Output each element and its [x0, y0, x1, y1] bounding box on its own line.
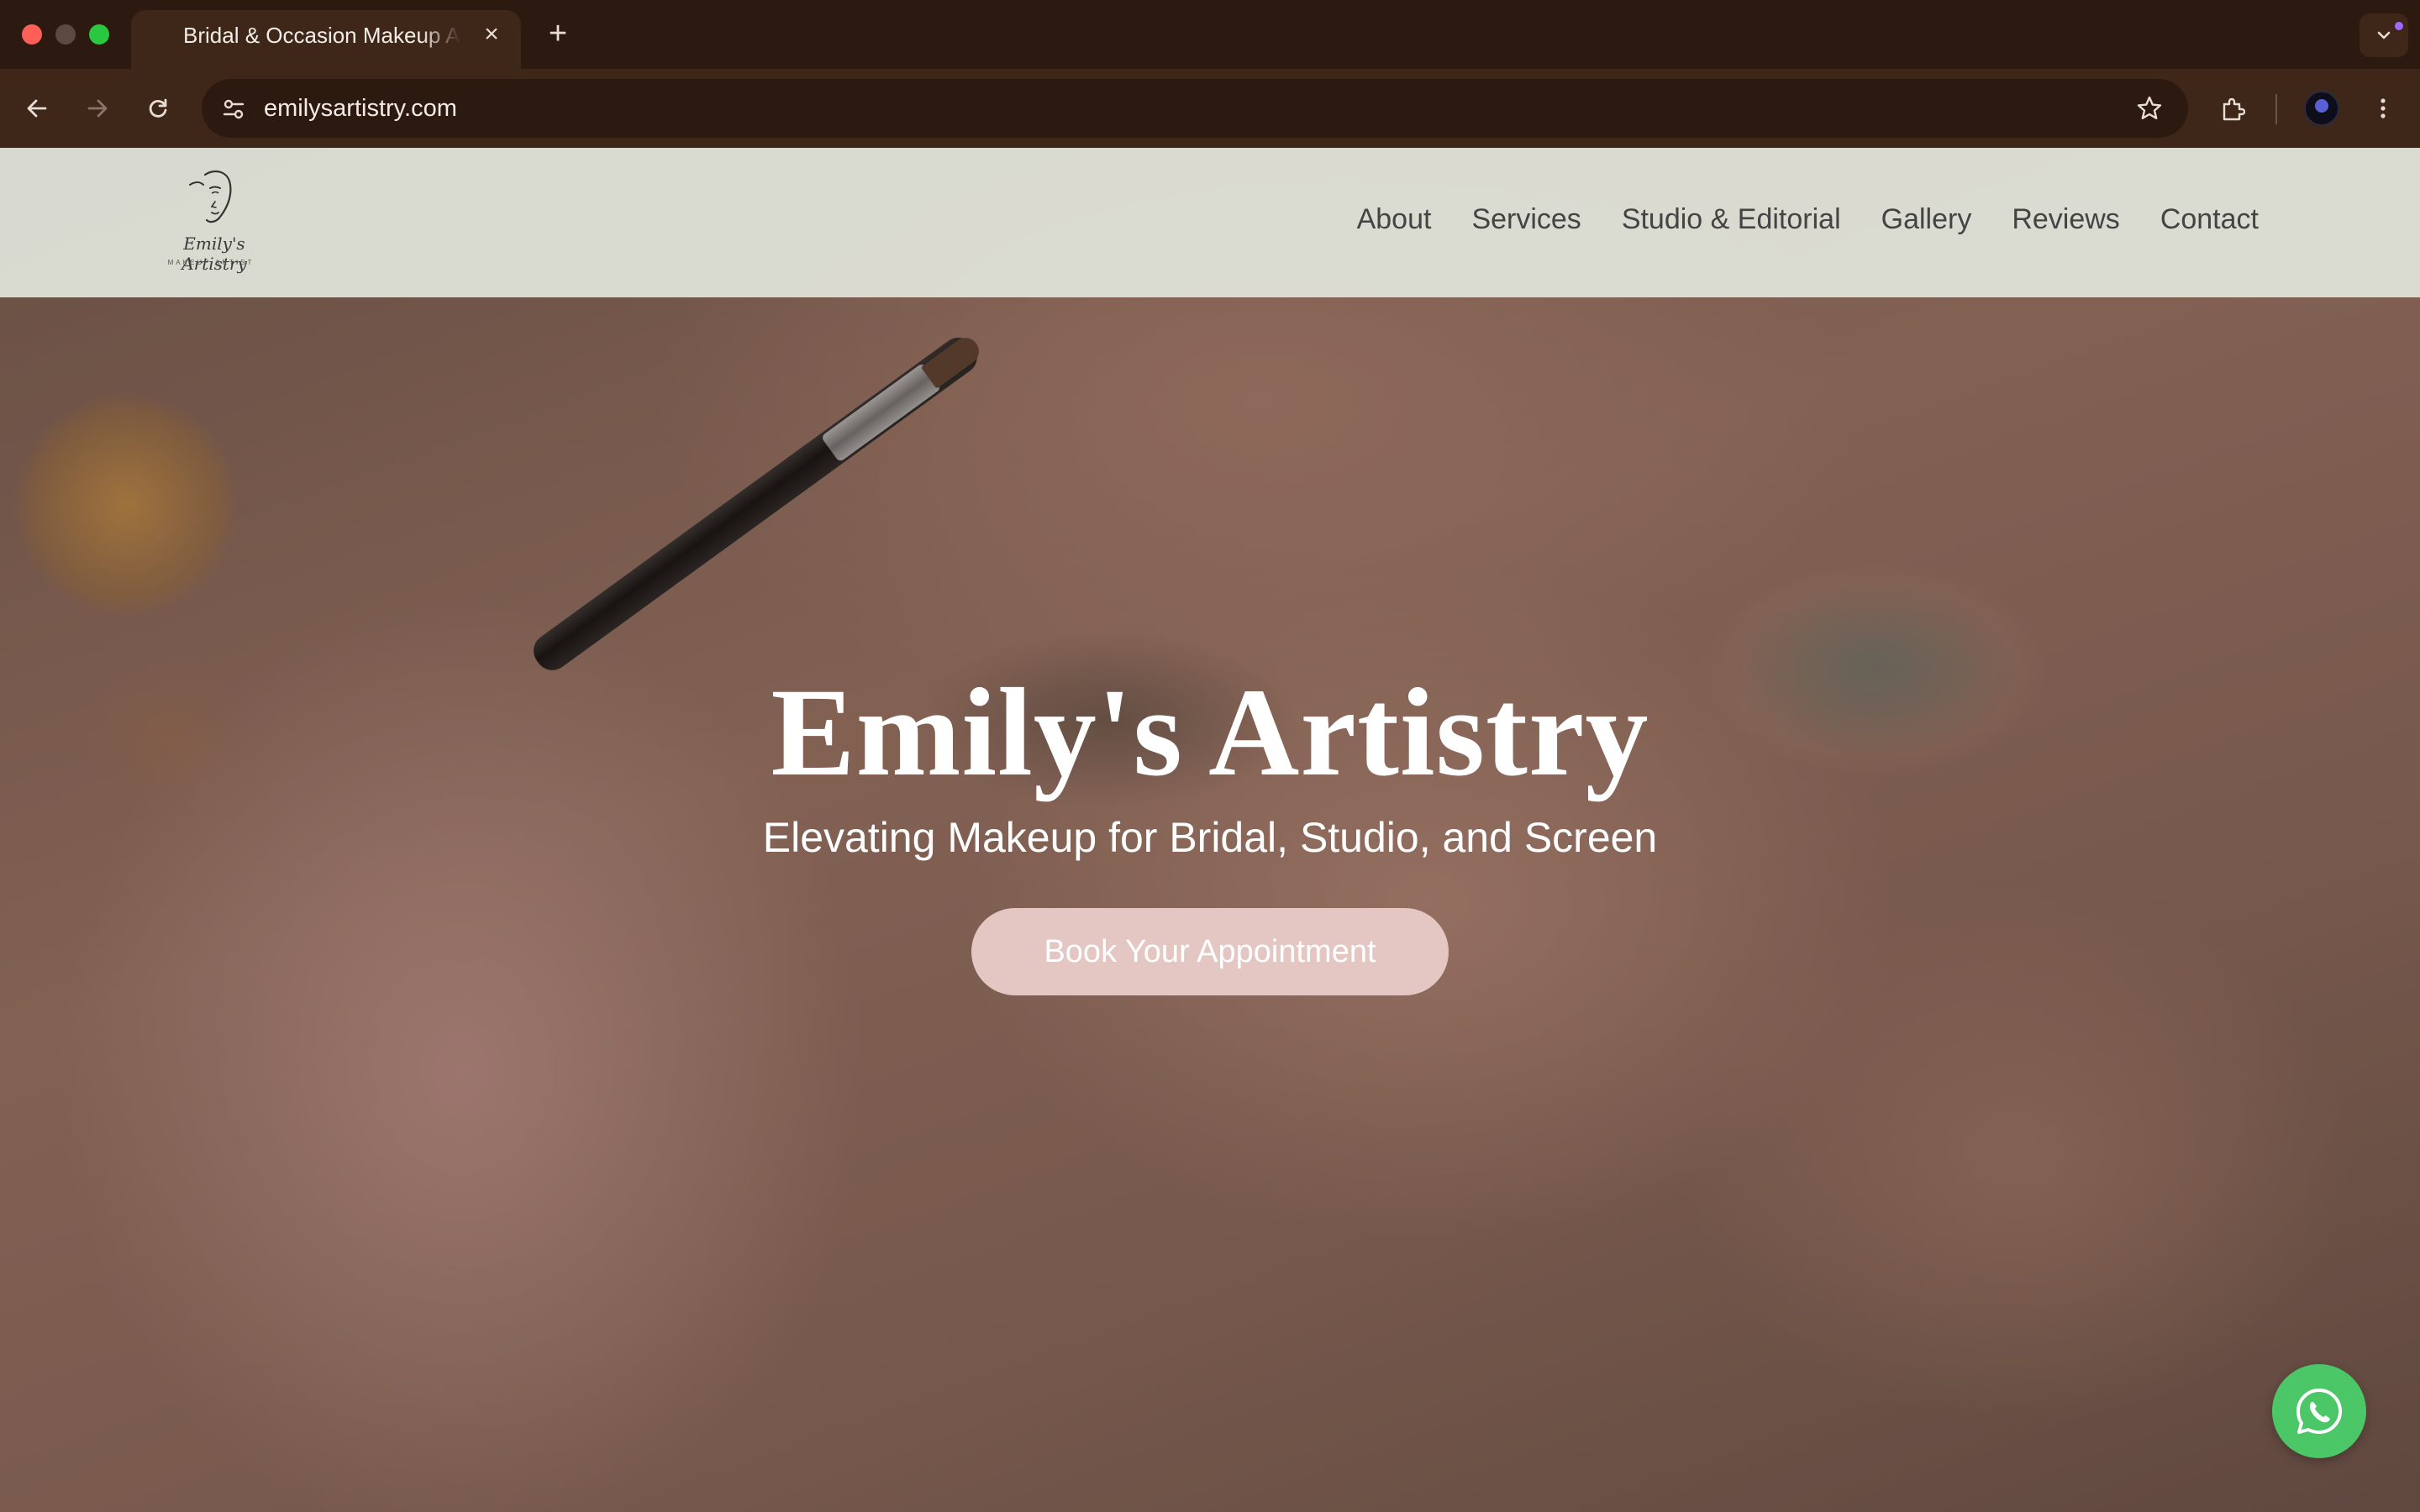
- site-settings-button[interactable]: [213, 90, 252, 127]
- extensions-button[interactable]: [2212, 88, 2252, 129]
- nav-link-about[interactable]: About: [1357, 203, 1432, 236]
- site-logo[interactable]: Emily's Artistry MAKEUP ARTIST: [156, 168, 266, 277]
- tab-close-button[interactable]: ×: [477, 20, 506, 49]
- book-appointment-button[interactable]: Book Your Appointment: [971, 908, 1449, 995]
- site-settings-icon: [223, 99, 245, 119]
- main-navigation: About Services Studio & Editorial Galler…: [1357, 203, 2259, 236]
- bookmark-star-icon: [2137, 96, 2162, 119]
- toolbar-divider: [2275, 94, 2277, 124]
- whatsapp-chat-button[interactable]: [2272, 1364, 2366, 1458]
- menu-kebab-icon: [2381, 98, 2386, 118]
- whatsapp-icon: [2296, 1389, 2342, 1434]
- nav-link-contact[interactable]: Contact: [2160, 203, 2259, 236]
- browser-tab-active[interactable]: Bridal & Occasion Makeup Artist ×: [131, 10, 521, 69]
- address-bar[interactable]: emilysartistry.com: [202, 79, 2188, 138]
- logo-script-text: Emily's Artistry: [182, 234, 247, 274]
- forward-button[interactable]: [77, 88, 118, 129]
- profile-avatar[interactable]: [2304, 91, 2339, 126]
- browser-menu-button[interactable]: [2363, 88, 2403, 129]
- back-arrow-icon: [27, 99, 47, 118]
- bookmark-button[interactable]: [2136, 95, 2163, 122]
- hero-subtitle: Elevating Makeup for Bridal, Studio, and…: [762, 814, 1658, 861]
- nav-link-reviews[interactable]: Reviews: [2012, 203, 2119, 236]
- extensions-icon: [2223, 97, 2245, 121]
- tab-search-button[interactable]: [2360, 13, 2408, 57]
- site-header: Emily's Artistry MAKEUP ARTIST About Ser…: [0, 148, 2420, 297]
- reload-button[interactable]: [138, 88, 178, 129]
- nav-link-services[interactable]: Services: [1471, 203, 1581, 236]
- tab-title: Bridal & Occasion Makeup Artist: [183, 23, 460, 48]
- new-tab-button[interactable]: +: [539, 15, 576, 52]
- browser-tab-bar: Bridal & Occasion Makeup Artist × +: [0, 0, 2420, 69]
- logo-subtext: MAKEUP ARTIST: [167, 259, 255, 266]
- face-line-art-icon: [189, 170, 232, 223]
- avatar-badge: [2315, 99, 2328, 113]
- back-button[interactable]: [17, 88, 57, 129]
- notification-dot: [2395, 22, 2403, 30]
- maximize-window-button[interactable]: [89, 24, 109, 45]
- nav-link-studio-editorial[interactable]: Studio & Editorial: [1622, 203, 1841, 236]
- chevron-down-icon: [2377, 31, 2391, 39]
- browser-toolbar: emilysartistry.com: [0, 69, 2420, 148]
- page-viewport: Emily's Artistry MAKEUP ARTIST About Ser…: [0, 148, 2420, 1512]
- reload-icon: [149, 98, 167, 118]
- url-text[interactable]: emilysartistry.com: [264, 95, 457, 123]
- favicon-icon: [155, 30, 173, 49]
- minimize-window-button[interactable]: [55, 24, 76, 45]
- forward-arrow-icon: [87, 99, 108, 118]
- hero-title: Emily's Artistry: [771, 663, 1649, 802]
- nav-link-gallery[interactable]: Gallery: [1881, 203, 1972, 236]
- close-window-button[interactable]: [22, 24, 42, 45]
